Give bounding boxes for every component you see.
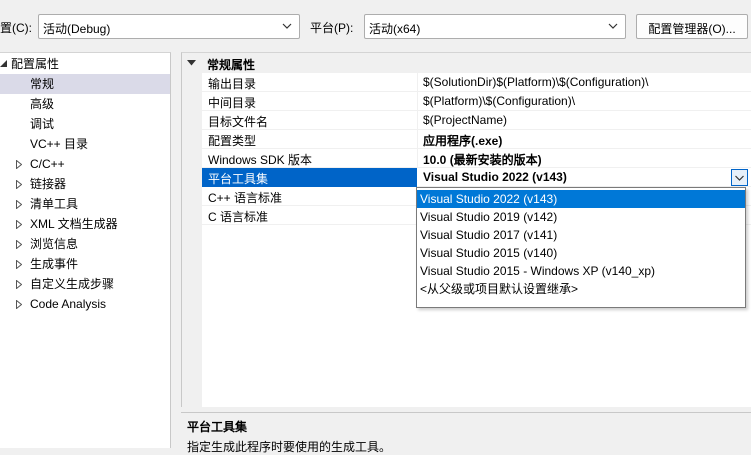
- chevron-down-icon: [608, 23, 618, 29]
- tree-root-config-properties[interactable]: 配置属性: [0, 54, 170, 74]
- tree-item-label: XML 文档生成器: [30, 217, 118, 231]
- tree-item-browse-info[interactable]: 浏览信息: [0, 234, 170, 254]
- description-body: 指定生成此程序时要使用的生成工具。: [187, 440, 392, 454]
- expand-icon[interactable]: [16, 180, 22, 189]
- tree-item-label: 高级: [30, 97, 55, 111]
- tree-item-manifest-tool[interactable]: 清单工具: [0, 194, 170, 214]
- category-margin: [182, 53, 202, 408]
- toolset-option[interactable]: Visual Studio 2019 (v142): [417, 208, 745, 226]
- toolset-option[interactable]: Visual Studio 2017 (v141): [417, 226, 745, 244]
- tree-item-debugging[interactable]: 调试: [0, 114, 170, 134]
- property-tree: 配置属性 常规 高级 调试 VC++ 目录 C/C++ 链接器 清单工具 XML…: [0, 52, 171, 448]
- property-row-intermediate-dir[interactable]: 中间目录 $(Platform)\$(Configuration)\: [202, 92, 751, 111]
- config-combobox[interactable]: 活动(Debug): [38, 14, 300, 39]
- property-row-target-name[interactable]: 目标文件名 $(ProjectName): [202, 111, 751, 130]
- tree-item-label: 清单工具: [30, 197, 79, 211]
- property-name: C 语言标准: [208, 210, 269, 224]
- toolset-dropdown-button[interactable]: [731, 169, 748, 186]
- property-name: 输出目录: [208, 77, 257, 91]
- description-title: 平台工具集: [187, 420, 248, 434]
- chevron-down-icon: [735, 175, 744, 181]
- property-row-config-type[interactable]: 配置类型 应用程序(.exe): [202, 130, 751, 149]
- property-name: C++ 语言标准: [208, 191, 283, 205]
- tree-item-build-events[interactable]: 生成事件: [0, 254, 170, 274]
- toolset-option[interactable]: Visual Studio 2015 - Windows XP (v140_xp…: [417, 262, 745, 280]
- expand-icon[interactable]: [16, 280, 22, 289]
- property-value[interactable]: 应用程序(.exe): [423, 132, 502, 149]
- expand-icon[interactable]: [16, 160, 22, 169]
- column-divider: [417, 130, 418, 149]
- property-value[interactable]: $(ProjectName): [423, 113, 507, 127]
- property-name: 平台工具集: [208, 172, 269, 186]
- property-value[interactable]: 10.0 (最新安装的版本): [423, 151, 542, 168]
- expand-icon[interactable]: [16, 220, 22, 229]
- tree-item-label: 常规: [30, 77, 55, 91]
- column-divider: [417, 149, 418, 168]
- collapse-icon[interactable]: [187, 60, 196, 66]
- tree-item-label: 生成事件: [30, 257, 79, 271]
- toolset-option[interactable]: <从父级或项目默认设置继承>: [417, 280, 745, 298]
- property-value[interactable]: Visual Studio 2022 (v143): [423, 170, 567, 184]
- category-header[interactable]: 常规属性: [182, 53, 751, 73]
- property-name: Windows SDK 版本: [208, 153, 313, 167]
- config-manager-button[interactable]: 配置管理器(O)...: [636, 14, 748, 39]
- platform-combobox[interactable]: 活动(x64): [364, 14, 626, 39]
- tree-item-code-analysis[interactable]: Code Analysis: [0, 294, 170, 314]
- tree-item-custom-build-step[interactable]: 自定义生成步骤: [0, 274, 170, 294]
- category-title: 常规属性: [207, 58, 256, 72]
- property-name: 配置类型: [208, 134, 257, 148]
- property-row-windows-sdk[interactable]: Windows SDK 版本 10.0 (最新安装的版本): [202, 149, 751, 168]
- expand-icon[interactable]: [16, 240, 22, 249]
- tree-item-label: 链接器: [30, 177, 67, 191]
- tree-item-xml-doc-generator[interactable]: XML 文档生成器: [0, 214, 170, 234]
- toolset-dropdown-list: Visual Studio 2022 (v143) Visual Studio …: [416, 187, 746, 308]
- tree-item-linker[interactable]: 链接器: [0, 174, 170, 194]
- platform-combobox-value: 活动(x64): [369, 22, 421, 36]
- column-divider: [417, 111, 418, 130]
- config-label: 置(C):: [0, 21, 32, 35]
- tree-item-label: 调试: [30, 117, 55, 131]
- property-value[interactable]: $(SolutionDir)$(Platform)\$(Configuratio…: [423, 75, 648, 89]
- property-name: 中间目录: [208, 96, 257, 110]
- tree-item-vc-directories[interactable]: VC++ 目录: [0, 134, 170, 154]
- tree-item-c-cpp[interactable]: C/C++: [0, 154, 170, 174]
- platform-label: 平台(P):: [310, 21, 354, 35]
- tree-item-advanced[interactable]: 高级: [0, 94, 170, 114]
- config-combobox-value: 活动(Debug): [43, 22, 111, 36]
- column-divider: [417, 92, 418, 111]
- tree-item-label: 浏览信息: [30, 237, 79, 251]
- property-row-platform-toolset[interactable]: 平台工具集 Visual Studio 2022 (v143): [202, 168, 751, 187]
- expand-icon[interactable]: [16, 200, 22, 209]
- tree-item-label: 自定义生成步骤: [30, 277, 115, 291]
- tree-item-label: VC++ 目录: [30, 137, 89, 151]
- tree-item-general[interactable]: 常规: [0, 74, 170, 94]
- chevron-down-icon: [282, 23, 292, 29]
- tree-item-label: Code Analysis: [30, 297, 107, 311]
- tree-item-label: C/C++: [30, 157, 65, 171]
- property-row-output-dir[interactable]: 输出目录 $(SolutionDir)$(Platform)\$(Configu…: [202, 73, 751, 92]
- collapse-icon[interactable]: [0, 60, 8, 68]
- toolset-option[interactable]: Visual Studio 2022 (v143): [417, 190, 745, 208]
- expand-icon[interactable]: [16, 300, 22, 309]
- tree-root-label: 配置属性: [11, 57, 60, 71]
- description-pane: 平台工具集 指定生成此程序时要使用的生成工具。: [181, 412, 751, 454]
- property-value[interactable]: $(Platform)\$(Configuration)\: [423, 94, 575, 108]
- column-divider: [417, 73, 418, 92]
- config-toolbar: 置(C): 活动(Debug) 平台(P): 活动(x64) 配置管理器(O).…: [0, 0, 751, 46]
- toolset-option[interactable]: Visual Studio 2015 (v140): [417, 244, 745, 262]
- expand-icon[interactable]: [16, 260, 22, 269]
- property-name: 目标文件名: [208, 115, 269, 129]
